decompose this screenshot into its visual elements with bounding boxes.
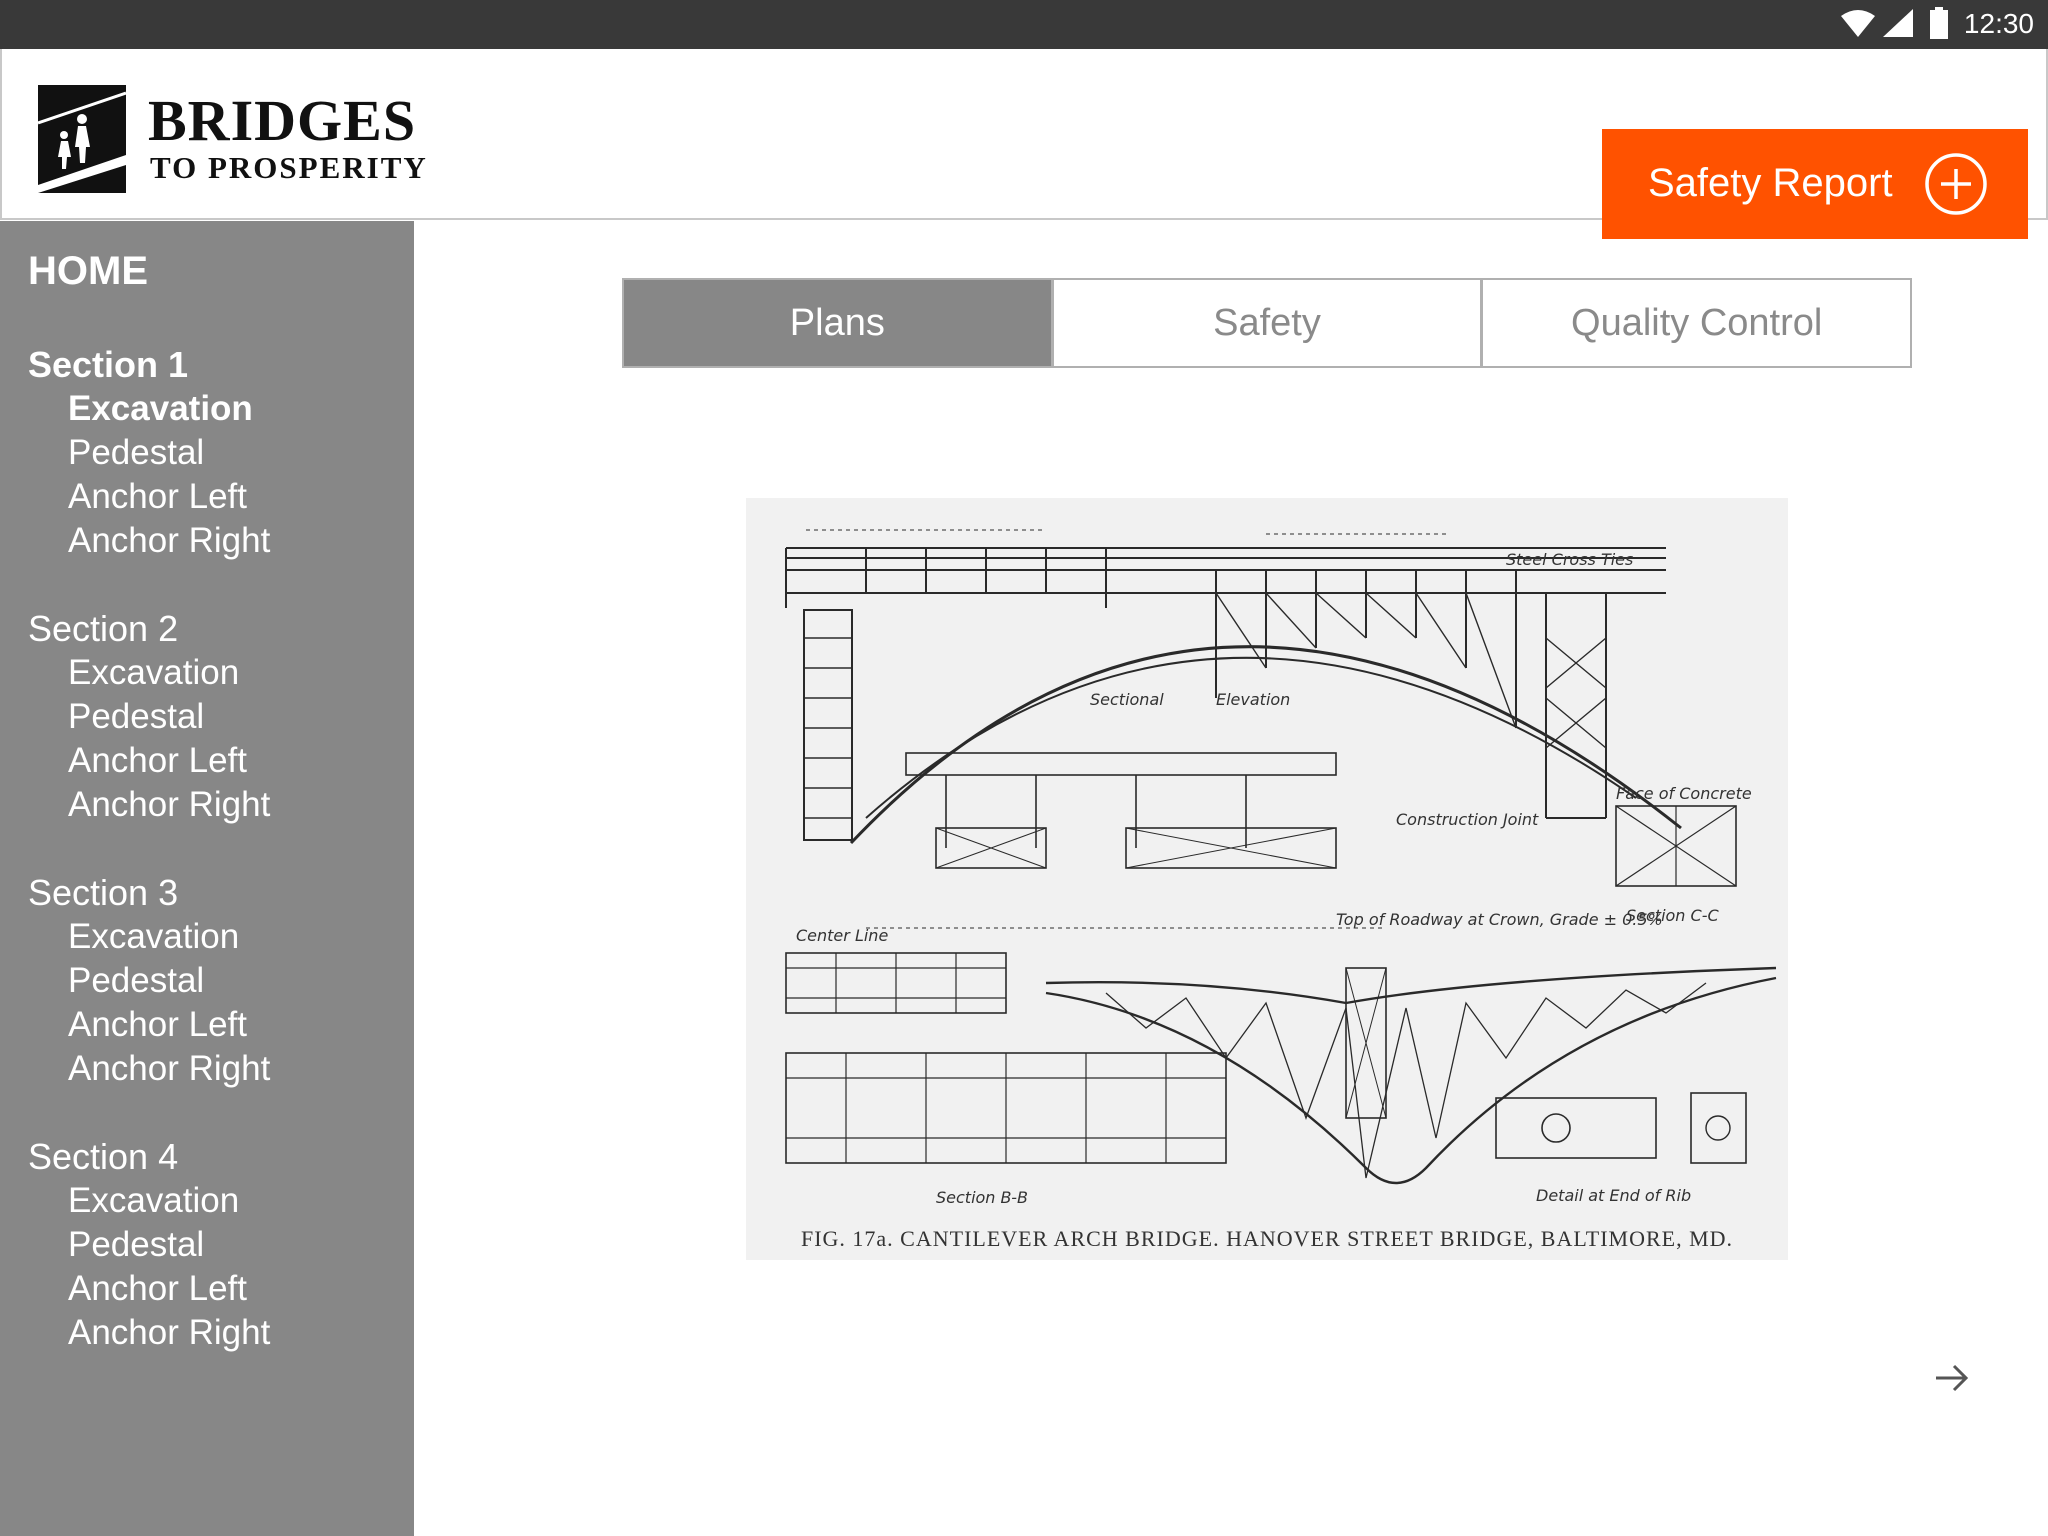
brand-title: BRIDGES [148, 88, 417, 153]
app-header: BRIDGES TO PROSPERITY Safety Report [0, 49, 2048, 239]
label-center-line: Center Line [796, 926, 889, 945]
sidebar-item-anchor-left[interactable]: Anchor Left [28, 1003, 408, 1047]
arrow-right-icon[interactable] [1932, 1358, 1972, 1398]
sidebar-section-2: Section 2 Excavation Pedestal Anchor Lef… [28, 607, 408, 827]
wifi-icon [1841, 10, 1875, 37]
sidebar-section-4: Section 4 Excavation Pedestal Anchor Lef… [28, 1135, 408, 1355]
label-face-of-concrete: Face of Concrete [1616, 784, 1752, 803]
plus-circle-icon [1925, 153, 1987, 215]
sidebar-section-title[interactable]: Section 1 [28, 343, 408, 387]
sidebar-section-title[interactable]: Section 4 [28, 1135, 408, 1179]
sidebar-item-pedestal[interactable]: Pedestal [28, 1223, 408, 1267]
sidebar-item-anchor-right[interactable]: Anchor Right [28, 1047, 408, 1091]
sidebar-section-title[interactable]: Section 3 [28, 871, 408, 915]
sidebar-item-pedestal[interactable]: Pedestal [28, 431, 408, 475]
content-tabs: Plans Safety Quality Control [622, 278, 1912, 368]
tab-quality-control[interactable]: Quality Control [1480, 280, 1910, 366]
label-top-of-roadway: Top of Roadway at Crown, Grade ± 0.5% [1336, 910, 1663, 929]
battery-icon [1930, 7, 1948, 39]
label-elevation: Elevation [1216, 690, 1291, 709]
tab-plans[interactable]: Plans [624, 280, 1051, 366]
sidebar-item-anchor-right[interactable]: Anchor Right [28, 783, 408, 827]
safety-report-label: Safety Report [1648, 161, 1893, 205]
label-detail-end-of-rib: Detail at End of Rib [1536, 1186, 1692, 1205]
tab-safety[interactable]: Safety [1050, 280, 1481, 366]
label-section-bb: Section B-B [936, 1188, 1028, 1207]
brand-subtitle: TO PROSPERITY [150, 150, 428, 185]
signal-icon [1883, 9, 1913, 37]
sidebar-item-excavation[interactable]: Excavation [28, 1179, 408, 1223]
sidebar-item-anchor-left[interactable]: Anchor Left [28, 739, 408, 783]
sidebar-section-3: Section 3 Excavation Pedestal Anchor Lef… [28, 871, 408, 1091]
sidebar-item-excavation[interactable]: Excavation [28, 387, 408, 431]
sidebar-item-anchor-left[interactable]: Anchor Left [28, 1267, 408, 1311]
figure-caption: FIG. 17a. CANTILEVER ARCH BRIDGE. HANOVE… [800, 1226, 1734, 1251]
sidebar-nav: HOME Section 1 Excavation Pedestal Ancho… [0, 221, 414, 1536]
bridge-plan-image: Sectional Elevation Steel Cross Ties Fac… [746, 498, 1788, 1260]
sidebar-section-title[interactable]: Section 2 [28, 607, 408, 651]
sidebar-item-anchor-right[interactable]: Anchor Right [28, 1311, 408, 1355]
status-time: 12:30 [1963, 8, 2034, 39]
bridge-drawing [785, 529, 1777, 1185]
bridge-people-logo-icon [38, 85, 126, 193]
sidebar-item-anchor-right[interactable]: Anchor Right [28, 519, 408, 563]
status-bar: 12:30 [0, 0, 2048, 49]
sidebar-item-pedestal[interactable]: Pedestal [28, 959, 408, 1003]
sidebar-item-anchor-left[interactable]: Anchor Left [28, 475, 408, 519]
label-construction-joint: Construction Joint [1396, 810, 1539, 829]
sidebar-item-pedestal[interactable]: Pedestal [28, 695, 408, 739]
safety-report-button[interactable]: Safety Report [1602, 129, 2028, 239]
brand-logo[interactable]: BRIDGES TO PROSPERITY [38, 85, 438, 195]
sidebar-item-excavation[interactable]: Excavation [28, 915, 408, 959]
sidebar-item-excavation[interactable]: Excavation [28, 651, 408, 695]
label-sectional: Sectional [1090, 690, 1164, 709]
label-steel-cross-ties: Steel Cross Ties [1506, 550, 1634, 569]
sidebar-section-1: Section 1 Excavation Pedestal Anchor Lef… [28, 343, 408, 563]
sidebar-home[interactable]: HOME [28, 245, 148, 297]
